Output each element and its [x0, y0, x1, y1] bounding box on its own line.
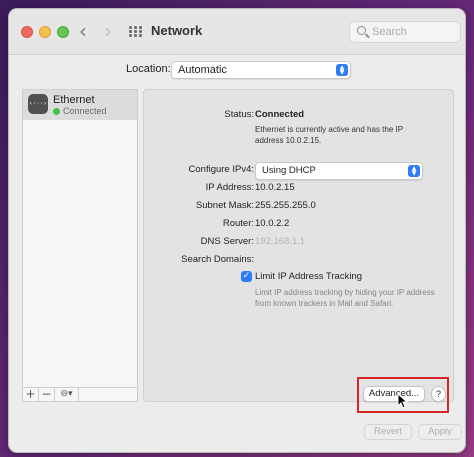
service-status: Connected: [63, 106, 107, 116]
remove-service-button[interactable]: −: [39, 388, 55, 401]
close-window-button[interactable]: [21, 26, 33, 38]
forward-icon[interactable]: ›: [104, 21, 112, 41]
search-icon: [357, 26, 366, 35]
limit-tracking-label[interactable]: Limit IP Address Tracking: [255, 271, 362, 282]
search-field[interactable]: [349, 21, 461, 43]
subnet-mask-value: 255.255.255.0: [255, 200, 316, 211]
ip-address-value: 10.0.2.15: [255, 182, 295, 193]
search-input[interactable]: [372, 24, 457, 40]
router-label: Router:: [222, 218, 254, 229]
configure-ipv4-label: Configure IPv4:: [188, 164, 254, 175]
limit-tracking-checkbox[interactable]: ✓: [241, 271, 252, 282]
limit-tracking-note-line2: from known trackers in Mail and Safari.: [255, 299, 394, 308]
show-all-grid-icon[interactable]: [129, 26, 143, 38]
router-value: 10.0.2.2: [255, 218, 290, 229]
help-button[interactable]: ?: [431, 386, 446, 402]
mouse-pointer-icon: [397, 393, 409, 409]
ip-address-label: IP Address:: [205, 182, 254, 193]
status-value: Connected: [255, 109, 305, 120]
service-name: Ethernet: [53, 94, 95, 106]
back-icon[interactable]: ‹: [79, 21, 87, 41]
popup-arrows-icon: ▲ ▼: [408, 165, 420, 177]
search-domains-label: Search Domains:: [181, 254, 254, 265]
service-item-ethernet[interactable]: ‹···› Ethernet Connected: [23, 90, 137, 120]
location-label: Location:: [126, 63, 171, 75]
popup-arrows-icon: ▲ ▼: [336, 64, 348, 76]
action-menu-button[interactable]: ⊖▾: [55, 388, 79, 401]
advanced-button[interactable]: Advanced...: [363, 386, 425, 402]
connected-status-dot-icon: [53, 108, 60, 115]
network-preferences-window: ‹ › Network Location: Automatic ▲▼ ‹···›…: [8, 8, 466, 453]
service-details-panel: Status: Connected Ethernet is currently …: [143, 89, 454, 402]
revert-button[interactable]: Revert: [364, 424, 412, 440]
service-list-toolbar: + − ⊖▾: [23, 387, 137, 401]
limit-tracking-note-line1: Limit IP address tracking by hiding your…: [255, 288, 435, 297]
dns-server-value: 192.168.1.1: [255, 236, 306, 247]
service-list: ‹···› Ethernet Connected + − ⊖▾: [22, 89, 138, 402]
configure-ipv4-value: Using DHCP: [262, 165, 316, 176]
zoom-window-button[interactable]: [57, 26, 69, 38]
location-value: Automatic: [178, 64, 227, 76]
minimize-window-button[interactable]: [39, 26, 51, 38]
dns-server-label: DNS Server:: [200, 236, 254, 247]
subnet-mask-label: Subnet Mask:: [195, 200, 254, 211]
configure-ipv4-popup[interactable]: Using DHCP ▲ ▼: [255, 162, 423, 180]
title-bar: ‹ › Network: [9, 9, 465, 55]
ethernet-icon: ‹···›: [28, 94, 48, 114]
status-note-line1: Ethernet is currently active and has the…: [255, 125, 404, 134]
add-service-button[interactable]: +: [23, 388, 39, 401]
status-label: Status:: [224, 109, 254, 120]
window-title: Network: [151, 23, 203, 38]
status-note-line2: address 10.0.2.15.: [255, 136, 322, 145]
location-popup[interactable]: Automatic ▲ ▼: [171, 61, 351, 79]
apply-button[interactable]: Apply: [418, 424, 462, 440]
